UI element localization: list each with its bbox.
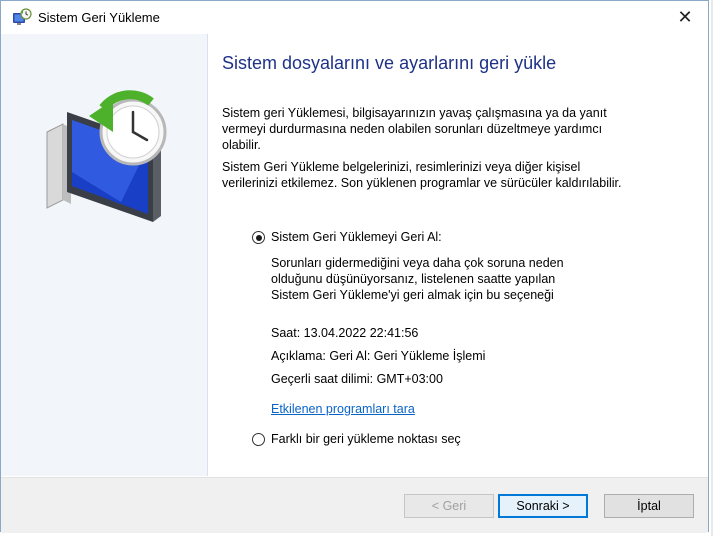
title-bar: Sistem Geri Yükleme ✕ [1, 1, 708, 34]
button-bar [1, 477, 708, 533]
description-paragraph-2: Sistem Geri Yükleme belgelerinizi, resim… [222, 159, 692, 191]
paragraph-line: olduğunu düşünüyorsanız, listelenen saat… [271, 272, 556, 286]
page-heading: Sistem dosyalarını ve ayarlarını geri yü… [222, 53, 557, 73]
system-restore-dialog: Sistem Geri Yükleme ✕ Sistem dosyalarını… [0, 0, 709, 533]
paragraph-line: Sorunları gidermediğini veya daha çok so… [271, 256, 564, 270]
restore-description: Açıklama: Geri Al: Geri Yükleme İşlemi [271, 349, 486, 363]
paragraph-line: Sistem Geri Yükleme belgelerinizi, resim… [222, 160, 581, 174]
paragraph-line: olabilir. [222, 138, 261, 152]
paragraph-line: verilerinizi etkilemez. Son yüklenen pro… [222, 176, 622, 190]
side-panel [1, 34, 208, 476]
description-paragraph-1: Sistem geri Yüklemesi, bilgisayarınızın … [222, 105, 692, 153]
cancel-button[interactable]: İptal [604, 494, 694, 518]
paragraph-line: Sistem Geri Yükleme'yi geri almak için b… [271, 288, 554, 302]
system-restore-monitor-clock-icon [46, 90, 167, 222]
paragraph-line: vermeyi durdurmasına neden olabilen soru… [222, 122, 603, 136]
system-restore-icon [13, 8, 32, 25]
scan-affected-programs-link[interactable]: Etkilenen programları tara [271, 402, 415, 416]
restore-timezone: Geçerli saat dilimi: GMT+03:00 [271, 372, 443, 386]
window-title: Sistem Geri Yükleme [38, 10, 160, 25]
undo-restore-radio[interactable] [252, 231, 265, 244]
next-button[interactable]: Sonraki > [498, 494, 588, 518]
choose-restore-point-label[interactable]: Farklı bir geri yükleme noktası seç [271, 432, 461, 446]
restore-time: Saat: 13.04.2022 22:41:56 [271, 326, 419, 340]
choose-restore-point-radio[interactable] [252, 433, 265, 446]
paragraph-line: Sistem geri Yüklemesi, bilgisayarınızın … [222, 106, 607, 120]
close-button[interactable]: ✕ [662, 1, 708, 34]
back-button[interactable]: < Geri [404, 494, 494, 518]
close-icon: ✕ [677, 7, 693, 27]
undo-description: Sorunları gidermediğini veya daha çok so… [271, 255, 671, 303]
undo-restore-label[interactable]: Sistem Geri Yüklemeyi Geri Al: [271, 230, 442, 244]
